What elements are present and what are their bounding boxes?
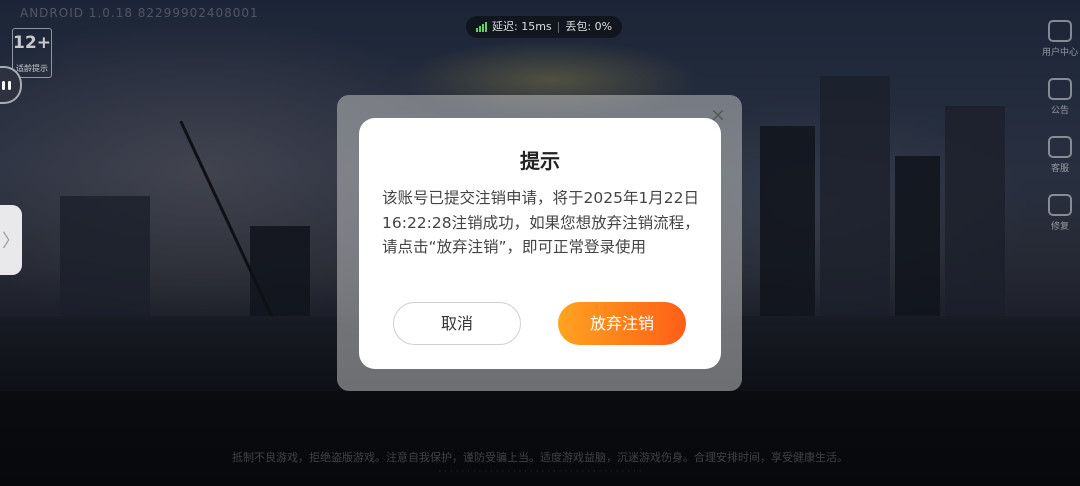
- right-menu: 用户中心 公告 客服 修复: [1040, 20, 1080, 252]
- side-drawer-handle[interactable]: 〉: [0, 205, 22, 275]
- notice-line-small: · · · · · · · · · · · · · · · · · · · · …: [438, 467, 642, 477]
- repair-button[interactable]: 修复: [1040, 194, 1080, 242]
- dialog-message: 该账号已提交注销申请，将于2025年1月22日16:22:28注销成功，如果您想…: [382, 189, 700, 256]
- repair-icon: [1048, 194, 1072, 216]
- customer-service-icon: [1048, 136, 1072, 158]
- announcement-icon: [1048, 78, 1072, 100]
- packet-loss-text: 丢包: 0%: [565, 20, 613, 33]
- notice-line: 抵制不良游戏，拒绝盗版游戏。注意自我保护，谨防受骗上当。适度游戏益脑，沉迷游戏伤…: [232, 451, 848, 464]
- signal-icon: [476, 22, 487, 32]
- customer-service-button[interactable]: 客服: [1040, 136, 1080, 184]
- net-divider: |: [556, 20, 561, 33]
- network-status: 延迟: 15ms | 丢包: 0%: [466, 16, 623, 38]
- health-gaming-notice: 抵制不良游戏，拒绝盗版游戏。注意自我保护，谨防受骗上当。适度游戏益脑，沉迷游戏伤…: [180, 450, 900, 480]
- chevron-right-icon: 〉: [2, 231, 20, 252]
- customer-service-label: 客服: [1050, 164, 1069, 174]
- age-rating-note: 适龄提示: [16, 64, 48, 73]
- account-deletion-dialog: 提示 该账号已提交注销申请，将于2025年1月22日16:22:28注销成功，如…: [359, 118, 721, 369]
- pause-icon: [1, 80, 5, 90]
- abandon-deletion-button[interactable]: 放弃注销: [558, 302, 686, 345]
- user-center-icon: [1048, 20, 1072, 42]
- cancel-button[interactable]: 取消: [393, 302, 521, 345]
- device-id-text: ANDROID 1.0.18 82299902408001: [20, 6, 259, 20]
- age-rating: 12+: [13, 33, 51, 53]
- announcement-label: 公告: [1050, 106, 1069, 116]
- latency-text: 延迟: 15ms: [492, 20, 552, 33]
- dialog-title: 提示: [520, 149, 560, 173]
- age-rating-badge[interactable]: 12+ 适龄提示: [12, 28, 52, 78]
- repair-label: 修复: [1050, 222, 1069, 232]
- announcement-button[interactable]: 公告: [1040, 78, 1080, 126]
- user-center-button[interactable]: 用户中心: [1040, 20, 1080, 68]
- user-center-label: 用户中心: [1041, 48, 1078, 58]
